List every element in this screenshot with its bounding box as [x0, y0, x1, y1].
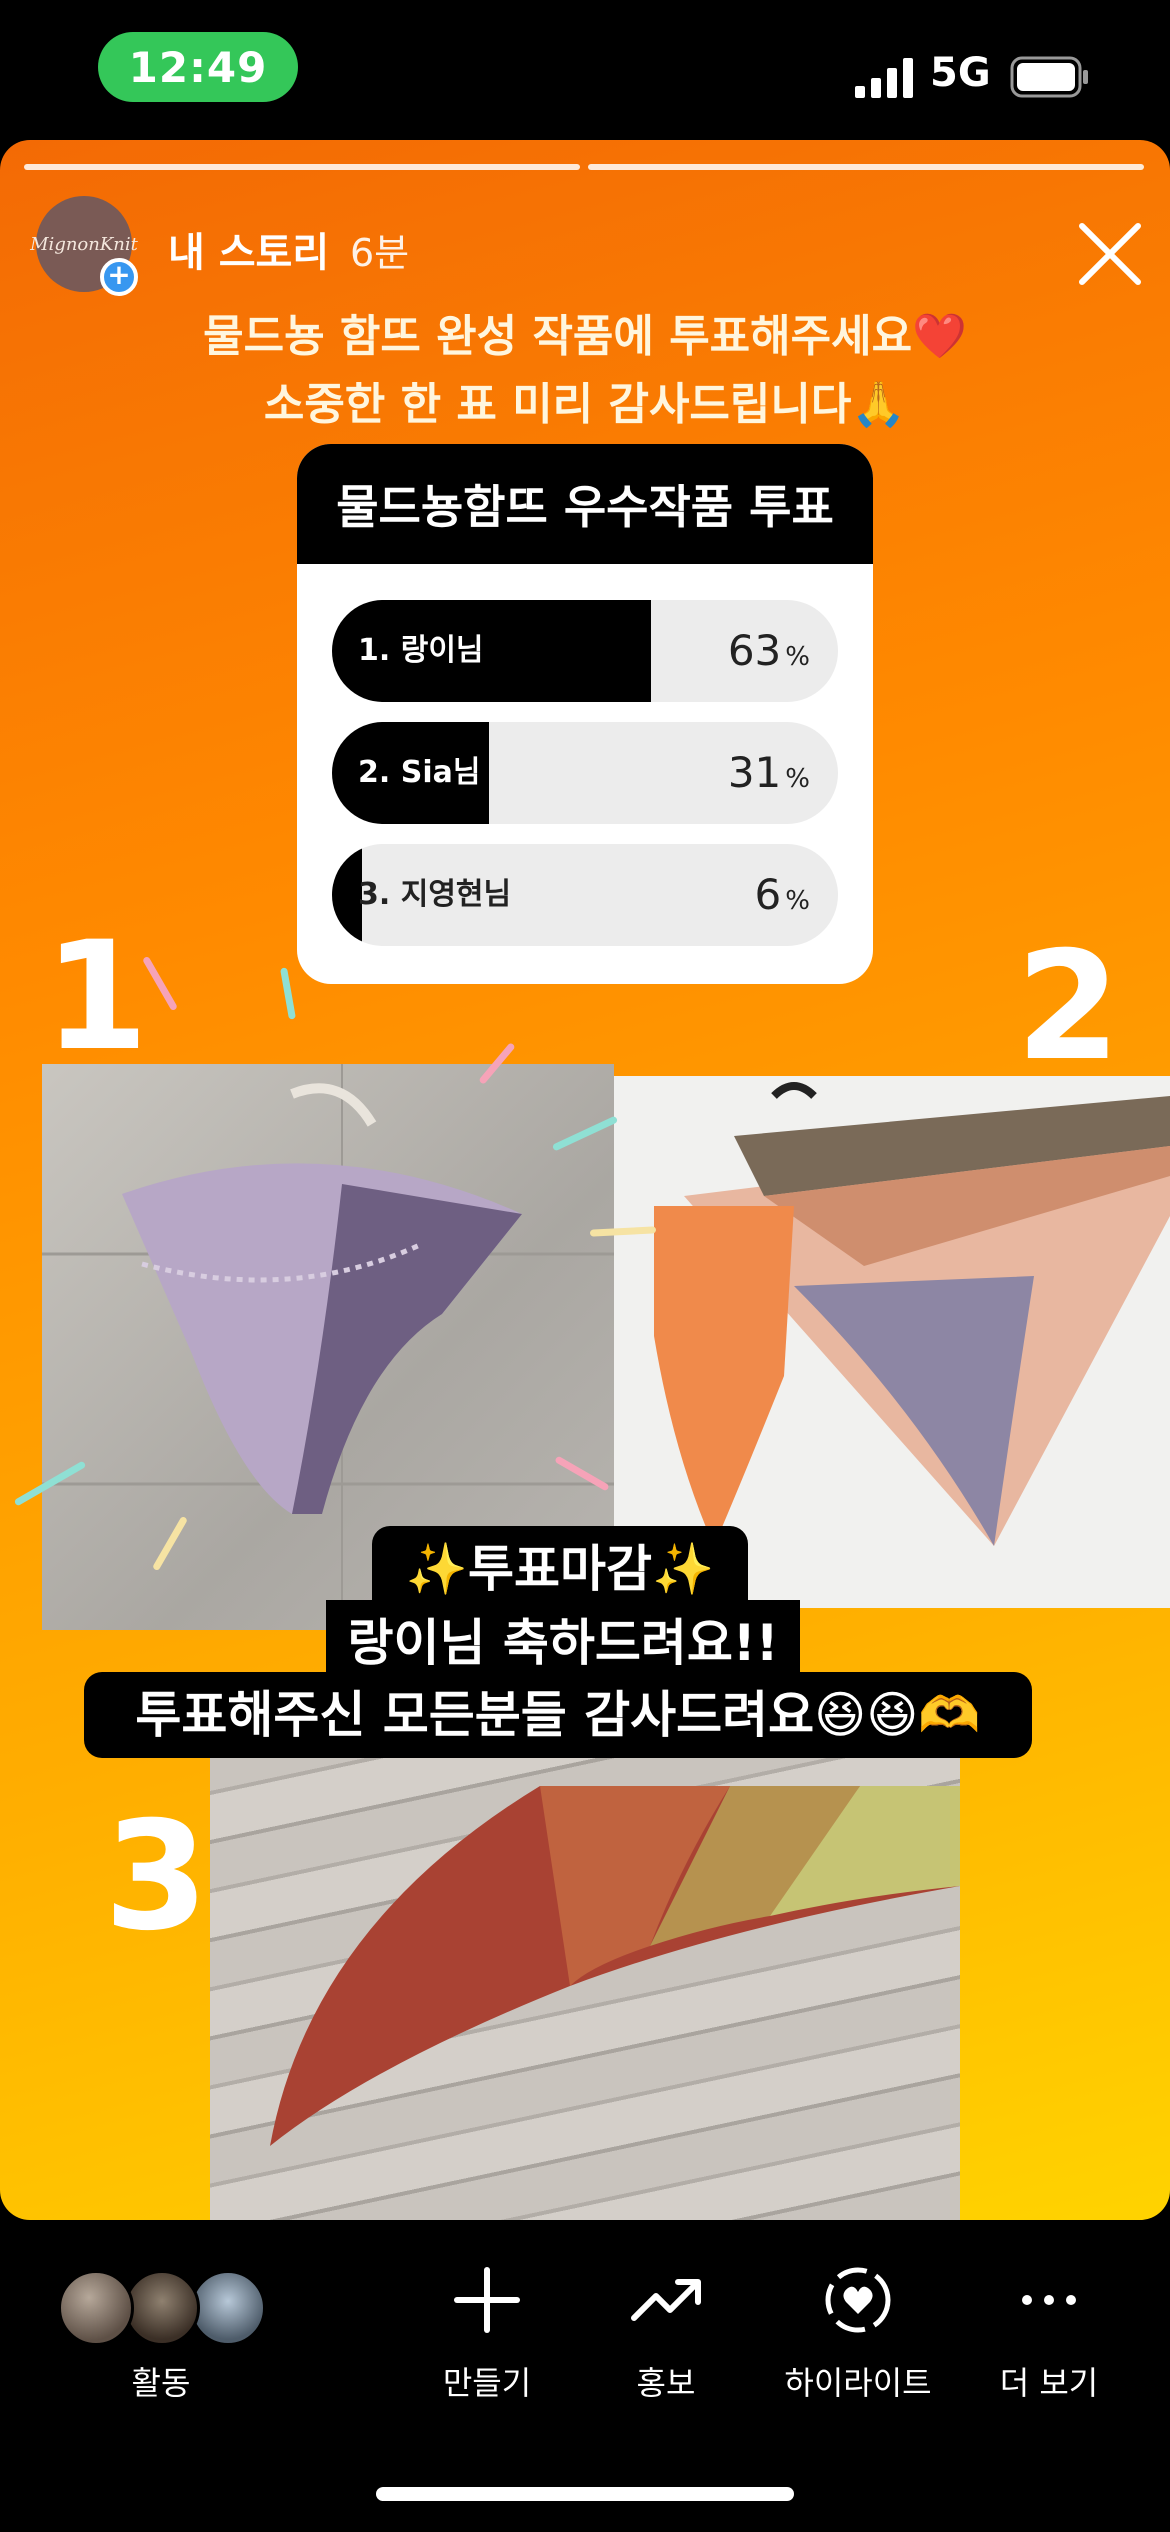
story-caption-line1: 물드뇽 함뜨 완성 작품에 투표해주세요❤️	[203, 311, 967, 362]
story-progress-segment	[24, 164, 580, 170]
poll-option-label: 1. 랑이님	[358, 633, 484, 668]
status-time[interactable]: 12:49	[98, 32, 298, 102]
plus-icon	[454, 2267, 520, 2333]
poll-option-percent: 63%	[727, 626, 810, 675]
poll-option-percent: 31%	[727, 748, 810, 797]
confetti-decoration	[280, 967, 296, 1020]
poll-sticker[interactable]: 물드뇽함뜨 우수작품 투표 1. 랑이님 63% 2. Sia님 31% 3. …	[297, 444, 873, 984]
highlight-button[interactable]: 하이라이트	[763, 2260, 953, 2410]
shawl-photo-3	[210, 1746, 960, 2220]
story-card[interactable]: MignonKnit + 내 스토리 6분 물드뇽 함뜨 완성 작품에 투표해주…	[0, 140, 1170, 2220]
battery-icon	[1010, 56, 1088, 98]
story-username[interactable]: 내 스토리	[168, 220, 329, 278]
poll-option-2[interactable]: 2. Sia님 31%	[332, 722, 838, 824]
more-dots-icon	[1022, 2295, 1076, 2305]
trending-up-icon	[631, 2279, 701, 2321]
activity-label: 활동	[131, 2364, 191, 2402]
poll-option-percent: 6%	[754, 870, 810, 919]
avatar-logo: MignonKnit	[30, 233, 138, 255]
story-time-ago: 6분	[350, 231, 410, 275]
add-story-icon[interactable]: +	[100, 258, 138, 296]
poll-option-label: 2. Sia님	[358, 755, 481, 790]
close-icon[interactable]	[1070, 214, 1150, 294]
entry-number-2: 2	[1016, 920, 1121, 1094]
more-label: 더 보기	[999, 2364, 1099, 2402]
poll-title: 물드뇽함뜨 우수작품 투표	[297, 444, 873, 564]
home-indicator[interactable]	[376, 2487, 794, 2501]
entry-number-3: 3	[104, 1790, 209, 1964]
poll-option-1[interactable]: 1. 랑이님 63%	[332, 600, 838, 702]
create-label: 만들기	[442, 2364, 532, 2402]
story-caption-line2: 소중한 한 표 미리 감사드립니다🙏	[263, 379, 907, 430]
status-bar: 12:49 5G	[0, 0, 1170, 140]
overlay-text-line3: 투표해주신 모든분들 감사드려요😆😆🫶	[84, 1672, 1032, 1758]
activity-button[interactable]: 활동	[66, 2260, 256, 2410]
highlight-label: 하이라이트	[784, 2364, 932, 2402]
story-progress-segment	[588, 164, 1144, 170]
entry-number-1: 1	[44, 910, 149, 1084]
cellular-signal-icon	[855, 58, 913, 98]
poll-option-3[interactable]: 3. 지영현님 6%	[332, 844, 838, 946]
highlight-heart-icon	[825, 2267, 891, 2333]
network-type: 5G	[930, 50, 991, 96]
more-button[interactable]: 더 보기	[954, 2260, 1144, 2410]
create-button[interactable]: 만들기	[392, 2260, 582, 2410]
story-action-bar: 활동 만들기 홍보 하이라이트 더 보기	[0, 2220, 1170, 2532]
promote-button[interactable]: 홍보	[571, 2260, 761, 2410]
promote-label: 홍보	[636, 2364, 696, 2402]
poll-option-label: 3. 지영현님	[358, 877, 512, 912]
